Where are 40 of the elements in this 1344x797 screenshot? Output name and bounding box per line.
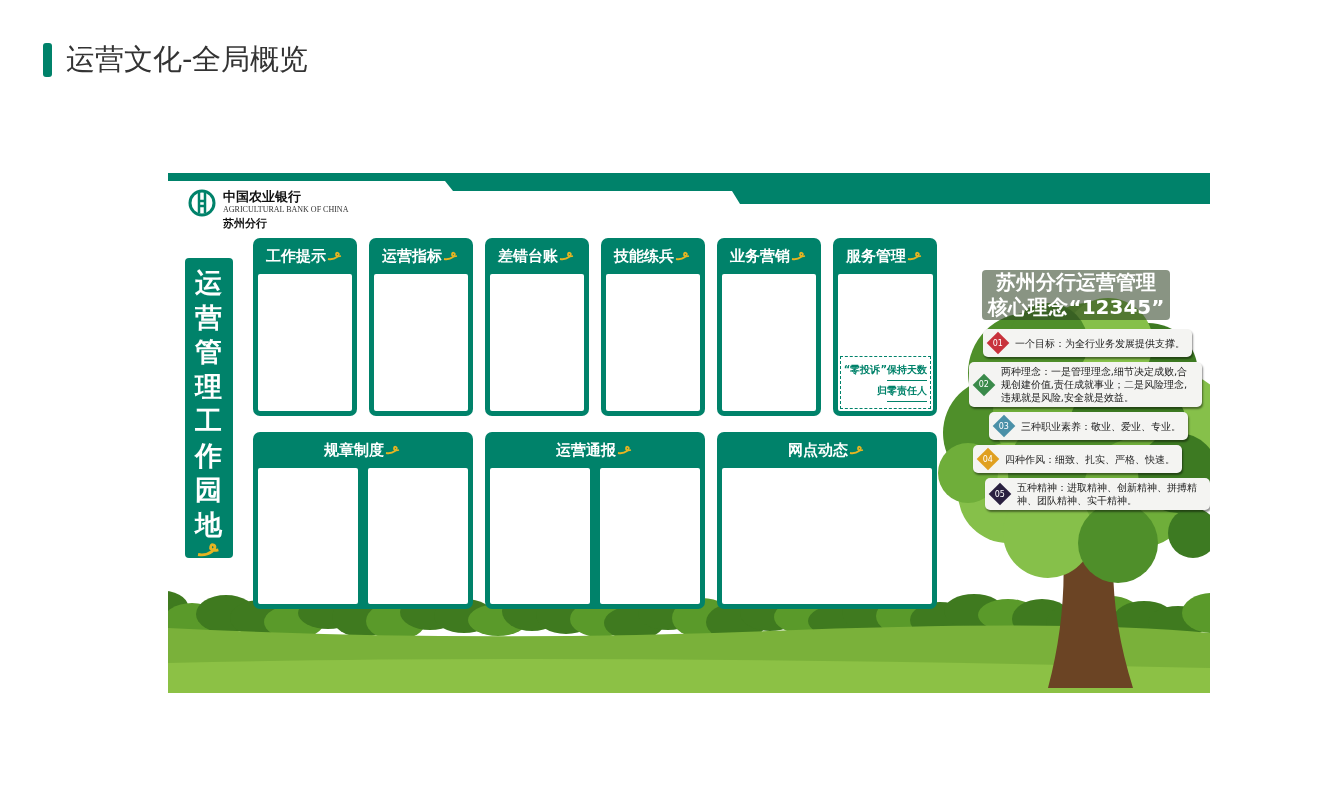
fill-in-line <box>887 401 927 402</box>
swirl-icon <box>443 251 460 261</box>
swirl-icon <box>675 251 692 261</box>
number-badge: 04 <box>976 448 999 470</box>
page-title: 运营文化-全局概览 <box>66 41 309 78</box>
panel-title: 工作提示 <box>266 246 327 266</box>
swirl-icon <box>791 251 808 261</box>
bank-name: 中国农业银行 <box>223 189 302 205</box>
swirl-icon <box>327 251 344 261</box>
branch-name: 苏州分行 <box>223 216 268 231</box>
number-badge: 01 <box>986 332 1009 354</box>
bank-logo-icon <box>188 189 216 217</box>
field-label: 归零责任人 <box>877 384 927 398</box>
panel-title: 运营指标 <box>382 246 443 266</box>
tree-title: 苏州分行运营管理 核心理念“12345” <box>982 270 1171 320</box>
panel-title: 规章制度 <box>324 440 385 460</box>
panel-title: 网点动态 <box>788 440 849 460</box>
swirl-icon <box>559 251 576 261</box>
accent-bar <box>43 43 52 77</box>
number-badge: 03 <box>992 415 1015 437</box>
concept-text: 五种精神：进取精神、创新精神、拼搏精神、团队精神、实干精神。 <box>1016 481 1198 507</box>
panel-title: 运营通报 <box>556 440 617 460</box>
field-label: “零投诉”保持天数 <box>843 363 927 377</box>
panel-title: 服务管理 <box>846 246 907 266</box>
concept-text: 四种作风：细致、扎实、严格、快速。 <box>1004 452 1175 466</box>
panel-title: 差错台账 <box>498 246 559 266</box>
swirl-icon <box>849 445 866 455</box>
number-badge: 05 <box>988 483 1011 505</box>
panel-title: 业务营销 <box>730 246 791 266</box>
concept-text: 三种职业素养：敬业、爱业、专业。 <box>1020 419 1181 433</box>
number-badge: 02 <box>972 373 995 396</box>
swirl-icon <box>617 445 634 455</box>
swirl-icon <box>385 445 402 455</box>
concept-text: 一个目标：为全行业务发展提供支撑。 <box>1014 336 1185 350</box>
vertical-title: 运营管理工作园地 <box>195 266 223 542</box>
bank-name-english: AGRICULTURAL BANK OF CHINA <box>223 205 349 214</box>
panel-title: 技能练兵 <box>614 246 675 266</box>
concept-text: 两种理念：一是管理理念,细节决定成败,合规创建价值,责任成就事业；二是风险理念,违规就是风险,安全就是效益。 <box>1000 365 1189 404</box>
fill-in-line <box>887 380 927 381</box>
swirl-icon <box>907 251 924 261</box>
